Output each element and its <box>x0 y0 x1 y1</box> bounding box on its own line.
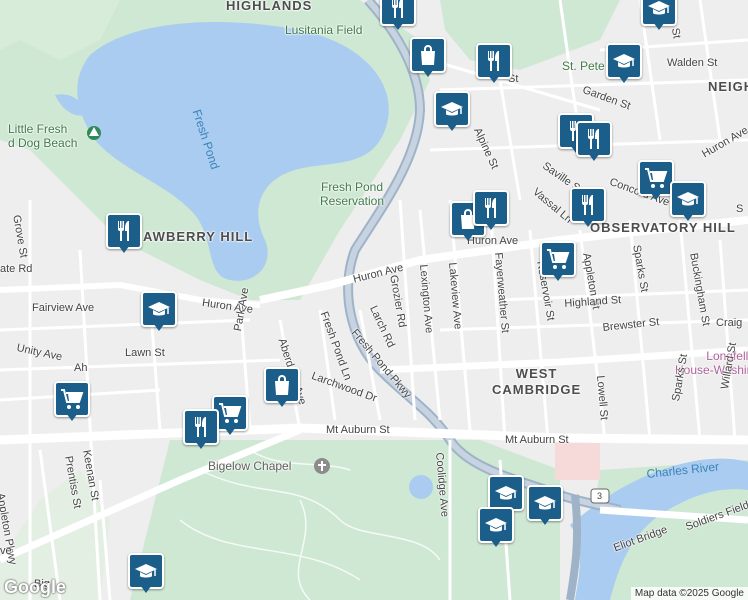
poi-pin[interactable] <box>473 190 509 234</box>
poi-pin[interactable] <box>641 0 677 34</box>
map-canvas[interactable]: HIGHLANDS STRAWBERRY HILL OBSERVATORY HI… <box>0 0 748 600</box>
poi-pin[interactable] <box>527 485 563 529</box>
poi-pin[interactable] <box>106 213 142 257</box>
poi-pin[interactable] <box>570 187 606 231</box>
street-mt-auburn-left: Mt Auburn St <box>326 424 390 436</box>
street-mt-auburn-right: Mt Auburn St <box>505 434 569 446</box>
street-partial-ve: ve <box>0 545 12 557</box>
map-attribution[interactable]: Map data ©2025 Google <box>630 587 748 600</box>
poi-pin[interactable] <box>410 37 446 81</box>
poi-pin[interactable] <box>128 553 164 597</box>
neighborhood-neigh: NEIGH <box>708 79 748 94</box>
google-logo: Google <box>4 577 66 597</box>
route-3-badge: 3 <box>597 491 603 501</box>
map-base <box>0 0 748 600</box>
poi-pin[interactable] <box>606 43 642 87</box>
neighborhood-west-cambridge: WEST CAMBRIDGE <box>492 366 582 397</box>
street-lawn-st: Lawn St <box>125 347 165 359</box>
poi-pin[interactable] <box>264 367 300 411</box>
street-craig: Craig <box>716 317 743 329</box>
poi-pin[interactable] <box>476 43 512 87</box>
park-fresh-pond-reservation: Fresh Pond Reservation <box>320 180 385 208</box>
park-little-fresh-dog-beach: Little Fresh d Dog Beach <box>8 122 78 150</box>
poi-pin[interactable] <box>141 291 177 335</box>
poi-pin[interactable] <box>540 241 576 285</box>
poi-pin[interactable] <box>670 181 706 225</box>
street-partial-s: S <box>736 203 744 215</box>
street-fairview-ave: Fairview Ave <box>32 302 95 314</box>
poi-pin[interactable] <box>380 0 416 34</box>
poi-pin[interactable] <box>434 91 470 135</box>
poi-pin[interactable] <box>478 507 514 551</box>
place-bigelow-chapel: Bigelow Chapel <box>208 459 292 473</box>
poi-pin[interactable] <box>54 381 90 425</box>
neighborhood-observatory-hill: OBSERVATORY HILL <box>590 220 736 235</box>
neighborhood-highlands: HIGHLANDS <box>226 0 313 13</box>
street-partial-ate-rd: ate Rd <box>0 263 33 275</box>
street-partial-ah: Ah <box>74 362 88 374</box>
street-walden-st: Walden St <box>667 57 718 69</box>
poi-pin[interactable] <box>183 409 219 453</box>
park-lusitania-field: Lusitania Field <box>285 23 363 37</box>
poi-pin[interactable] <box>576 121 612 165</box>
poi-pin[interactable] <box>638 160 674 204</box>
